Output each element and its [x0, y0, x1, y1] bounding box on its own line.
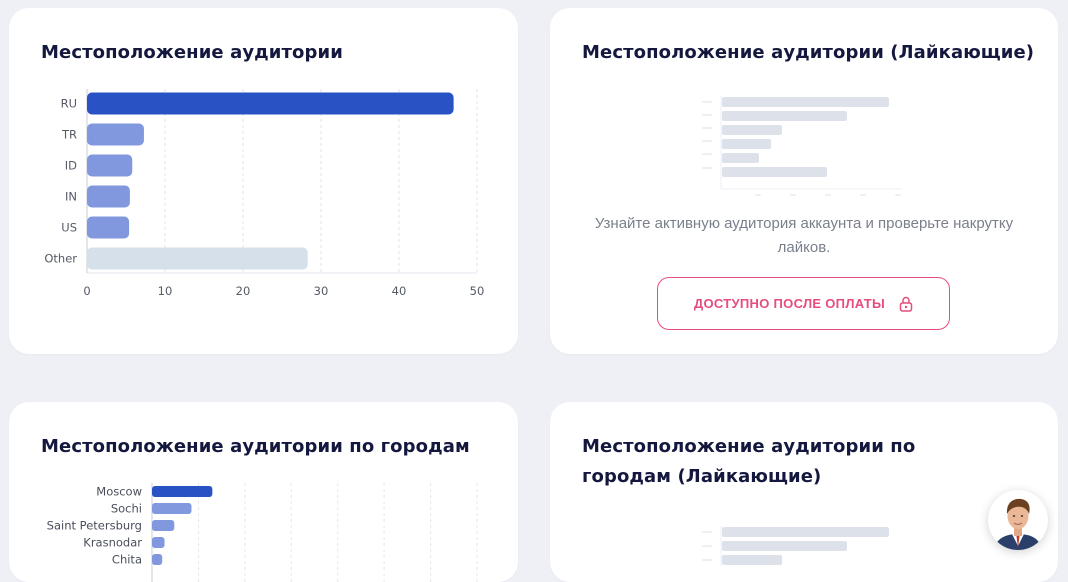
x-tick-label: 30 [314, 284, 329, 298]
lock-icon [899, 296, 913, 312]
category-label: Moscow [96, 485, 142, 499]
chart-placeholder-illustration [702, 96, 902, 196]
bar-saint-petersburg [152, 520, 175, 531]
category-label: TR [61, 128, 77, 142]
audience-city-likers-card: Местоположение аудитории по городам (Лай… [550, 402, 1058, 582]
card-title: Местоположение аудитории (Лайкающие) [582, 42, 1035, 63]
category-label: Sochi [111, 502, 142, 516]
unlock-button-label: ДОСТУПНО ПОСЛЕ ОПЛАТЫ [693, 296, 886, 311]
x-tick-label: 10 [158, 284, 173, 298]
x-tick-label: 40 [392, 284, 407, 298]
category-label: RU [61, 97, 77, 111]
bar-id [87, 154, 133, 177]
chart-placeholder-illustration [702, 526, 889, 566]
category-label: IN [65, 190, 77, 204]
city-bar-chart: Moscow Sochi Saint Petersburg Krasnodar Chit… [47, 483, 478, 582]
audience-location-card: Местоположение аудитории 0 10 20 30 40 50 RU TR… [9, 8, 518, 354]
country-bar-chart: 0 10 20 30 40 50 RU TR ID IN US Other [44, 89, 485, 298]
bar-tr [87, 123, 144, 146]
support-avatar-button[interactable] [988, 490, 1048, 550]
bar-sochi [152, 503, 192, 514]
bar-us [87, 216, 130, 239]
bar-ru [87, 92, 454, 115]
category-label: Chita [112, 553, 142, 567]
audience-location-likers-card: Местоположение аудитории (Лайкающие) Узн… [550, 8, 1058, 354]
bar-chita [152, 554, 163, 565]
promo-description: Узнайте активную аудитория аккаунта и пр… [594, 215, 1014, 256]
support-avatar-icon [994, 498, 1042, 550]
unlock-after-payment-button[interactable]: ДОСТУПНО ПОСЛЕ ОПЛАТЫ [657, 277, 950, 330]
card-title: Местоположение аудитории по городам (Лай… [582, 436, 916, 487]
category-label: Saint Petersburg [47, 519, 142, 533]
category-label: ID [65, 159, 77, 173]
audience-city-card: Местоположение аудитории по городам Mosc… [9, 402, 518, 582]
x-tick-label: 20 [236, 284, 251, 298]
bar-other [87, 247, 308, 270]
x-tick-label: 0 [83, 284, 90, 298]
x-tick-label: 50 [470, 284, 485, 298]
category-label: Krasnodar [83, 536, 142, 550]
category-label: US [61, 221, 77, 235]
category-label: Other [44, 252, 77, 266]
bar-in [87, 185, 130, 208]
bar-krasnodar [152, 537, 165, 548]
bar-moscow [152, 486, 213, 497]
